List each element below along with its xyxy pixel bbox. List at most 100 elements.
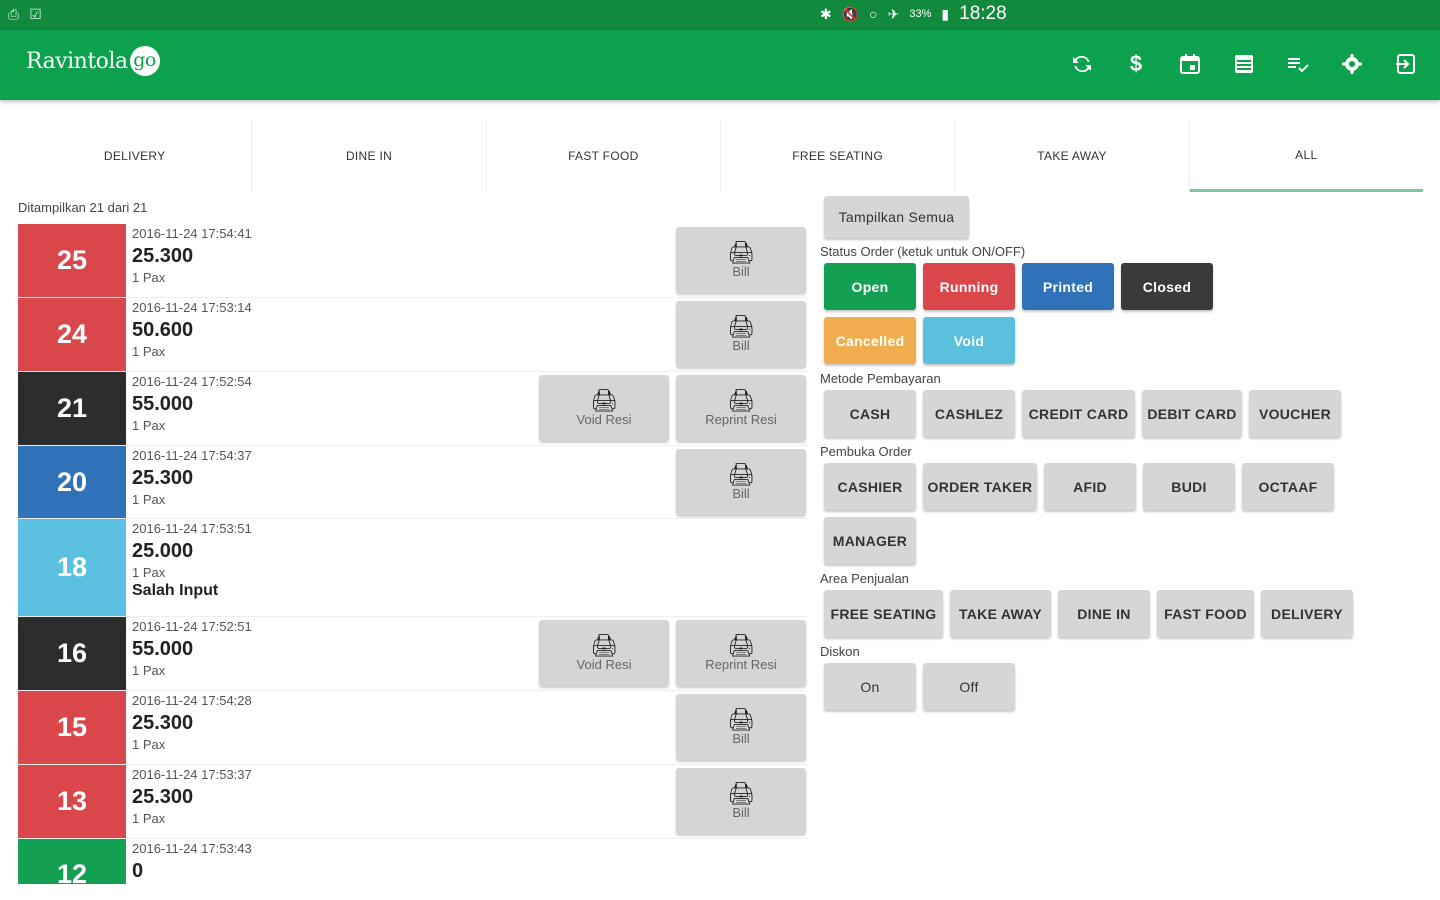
order-note: Salah Input — [132, 582, 219, 599]
area-free-seating-button[interactable]: FREE SEATING — [824, 590, 943, 637]
printer-icon: 🖨 — [590, 632, 618, 658]
bill-label: Bill — [732, 337, 750, 353]
checklist-icon[interactable] — [1286, 50, 1310, 78]
tab-dine-in[interactable]: DINE IN — [252, 120, 487, 192]
area-fast-food-button[interactable]: FAST FOOD — [1157, 590, 1254, 637]
bill-label: Bill — [732, 804, 750, 820]
discount-section-title: Diskon — [820, 644, 860, 659]
tab-free-seating[interactable]: FREE SEATING — [721, 120, 956, 192]
payment-credit-card-button[interactable]: CREDIT CARD — [1022, 390, 1135, 437]
printer-icon: 🖨 — [727, 780, 755, 806]
status-printed-button[interactable]: Printed — [1022, 263, 1114, 310]
area-tabs: DELIVERY DINE IN FAST FOOD FREE SEATING … — [18, 120, 1423, 192]
tab-take-away[interactable]: TAKE AWAY — [955, 120, 1190, 192]
opener-afid-button[interactable]: AFID — [1044, 463, 1136, 510]
order-info: 2016-11-24 17:53:51 25.000 1 Pax Salah I… — [126, 519, 808, 616]
show-all-button[interactable]: Tampilkan Semua — [824, 196, 969, 238]
order-row[interactable]: 25 2016-11-24 17:54:41 25.300 1 Pax 🖨 Bil… — [18, 224, 808, 298]
order-timestamp: 2016-11-24 17:53:51 — [132, 521, 252, 536]
battery-text: 33% — [909, 8, 932, 20]
order-timestamp: 2016-11-24 17:53:43 — [132, 841, 252, 856]
payment-cash-button[interactable]: CASH — [824, 390, 916, 437]
system-icons: ✱ 🔇 ○ ✈ 33% ▮ 18:28 — [820, 3, 1420, 25]
bill-label: Bill — [732, 485, 750, 501]
status-section-title: Status Order (ketuk untuk ON/OFF) — [820, 244, 1026, 259]
tab-all[interactable]: ALL — [1189, 120, 1423, 192]
order-row[interactable]: 18 2016-11-24 17:53:51 25.000 1 Pax Sala… — [18, 519, 808, 617]
status-closed-button[interactable]: Closed — [1121, 263, 1213, 310]
void-resi-button[interactable]: 🖨 Void Resi — [539, 620, 669, 686]
dollar-icon[interactable]: $ — [1124, 50, 1148, 78]
tab-delivery[interactable]: DELIVERY — [18, 120, 253, 192]
tab-fast-food[interactable]: FAST FOOD — [487, 120, 721, 192]
calendar-icon[interactable] — [1178, 50, 1202, 78]
bill-label: Bill — [732, 730, 750, 746]
opener-octaaf-button[interactable]: OCTAAF — [1242, 463, 1334, 510]
order-number: 15 — [18, 691, 126, 764]
printer-icon: 🖨 — [590, 387, 618, 413]
order-row[interactable]: 24 2016-11-24 17:53:14 50.600 1 Pax 🖨 Bil… — [18, 298, 808, 372]
status-void-button[interactable]: Void — [923, 317, 1015, 364]
order-pax: 1 Pax — [132, 565, 166, 580]
battery-icon: ▮ — [941, 5, 950, 22]
wifi-icon: ○ — [869, 6, 878, 22]
opener-cashier-button[interactable]: CASHIER — [824, 463, 916, 510]
reprint-resi-button[interactable]: 🖨 Reprint Resi — [676, 620, 806, 686]
printer-icon: 🖨 — [727, 239, 755, 265]
printer-icon: 🖨 — [727, 387, 755, 413]
airplane-icon: ✈ — [887, 5, 900, 22]
status-running-button[interactable]: Running — [923, 263, 1015, 310]
status-cancelled-button[interactable]: Cancelled — [824, 317, 916, 364]
payment-debit-card-button[interactable]: DEBIT CARD — [1142, 390, 1242, 437]
bill-button[interactable]: 🖨 Bill — [676, 449, 806, 515]
order-row[interactable]: 12 2016-11-24 17:53:43 0 — [18, 839, 808, 884]
list-icon[interactable] — [1232, 50, 1256, 78]
bill-button[interactable]: 🖨 Bill — [676, 301, 806, 367]
bill-button[interactable]: 🖨 Bill — [676, 227, 806, 293]
area-section-title: Area Penjualan — [820, 571, 909, 586]
refresh-icon[interactable] — [1070, 50, 1094, 78]
payment-cashlez-button[interactable]: CASHLEZ — [923, 390, 1015, 437]
app-logo: Ravintola go — [26, 46, 160, 76]
order-list: 25 2016-11-24 17:54:41 25.300 1 Pax 🖨 Bil… — [18, 224, 808, 884]
shown-count: Ditampilkan 21 dari 21 — [18, 200, 148, 215]
order-row[interactable]: 20 2016-11-24 17:54:37 25.300 1 Pax 🖨 Bil… — [18, 446, 808, 519]
opener-section-title: Pembuka Order — [820, 444, 912, 459]
order-row[interactable]: 15 2016-11-24 17:54:28 25.300 1 Pax 🖨 Bil… — [18, 691, 808, 765]
bluetooth-icon: ✱ — [820, 5, 832, 22]
opener-manager-button[interactable]: MANAGER — [824, 517, 916, 564]
order-amount: 25.000 — [132, 540, 194, 562]
printer-icon: 🖨 — [727, 632, 755, 658]
order-row[interactable]: 16 2016-11-24 17:52:51 55.000 1 Pax 🖨 Voi… — [18, 617, 808, 691]
status-open-button[interactable]: Open — [824, 263, 916, 310]
area-take-away-button[interactable]: TAKE AWAY — [950, 590, 1051, 637]
area-delivery-button[interactable]: DELIVERY — [1261, 590, 1353, 637]
opener-order-taker-button[interactable]: ORDER TAKER — [923, 463, 1037, 510]
filter-panel: Tampilkan Semua Status Order (ketuk untu… — [820, 196, 1420, 717]
void-resi-label: Void Resi — [576, 656, 632, 672]
order-row[interactable]: 13 2016-11-24 17:53:37 25.300 1 Pax 🖨 Bil… — [18, 765, 808, 839]
opener-budi-button[interactable]: BUDI — [1143, 463, 1235, 510]
order-row[interactable]: 21 2016-11-24 17:52:54 55.000 1 Pax 🖨 Voi… — [18, 372, 808, 446]
app-bar: Ravintola go $ — [0, 30, 1440, 100]
order-info: 2016-11-24 17:53:43 0 — [126, 839, 808, 884]
bill-button[interactable]: 🖨 Bill — [676, 768, 806, 834]
payment-voucher-button[interactable]: VOUCHER — [1249, 390, 1341, 437]
logout-icon[interactable] — [1394, 50, 1418, 78]
bill-button[interactable]: 🖨 Bill — [676, 694, 806, 760]
area-dine-in-button[interactable]: DINE IN — [1058, 590, 1150, 637]
reprint-resi-label: Reprint Resi — [705, 656, 777, 672]
reprint-resi-label: Reprint Resi — [705, 411, 777, 427]
void-resi-button[interactable]: 🖨 Void Resi — [539, 375, 669, 441]
printer-icon: 🖨 — [727, 461, 755, 487]
reprint-resi-button[interactable]: 🖨 Reprint Resi — [676, 375, 806, 441]
discount-off-button[interactable]: Off — [923, 663, 1015, 710]
logo-text: Ravintola — [26, 48, 128, 74]
notification-icons: ⎙ ☑ — [8, 6, 42, 23]
order-number: 21 — [18, 372, 126, 445]
order-number: 25 — [18, 224, 126, 297]
discount-on-button[interactable]: On — [824, 663, 916, 710]
order-number: 13 — [18, 765, 126, 838]
gear-icon[interactable] — [1340, 50, 1364, 78]
status-bar: ⎙ ☑ ✱ 🔇 ○ ✈ 33% ▮ 18:28 — [0, 0, 1440, 30]
